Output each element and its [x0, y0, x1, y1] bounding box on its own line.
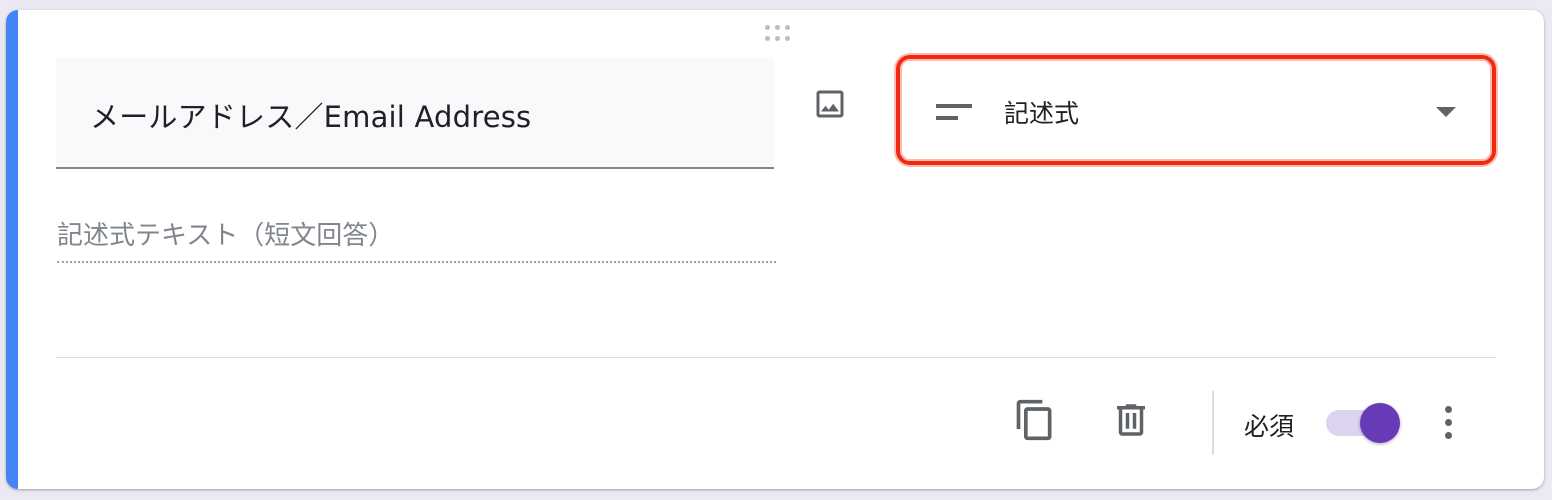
- toggle-thumb: [1360, 403, 1400, 443]
- question-title-text[interactable]: メールアドレス／Email Address: [90, 94, 531, 136]
- add-image-button[interactable]: [811, 85, 849, 123]
- more-vert-icon: [1444, 405, 1452, 413]
- footer-separator: [1212, 391, 1214, 455]
- card-accent-bar: [6, 10, 18, 489]
- required-label: 必須: [1244, 412, 1295, 441]
- drag-handle-icon[interactable]: [762, 24, 794, 42]
- image-icon: [816, 90, 844, 118]
- caret-down-icon: [1436, 107, 1456, 117]
- trash-icon: [1117, 404, 1145, 436]
- answer-placeholder: 記述式テキスト（短文回答）: [57, 215, 776, 263]
- question-card[interactable]: メールアドレス／Email Address 記述式 記述式テキスト（短文回答） …: [6, 10, 1544, 489]
- footer-divider: [56, 357, 1496, 358]
- more-options-button[interactable]: [1428, 400, 1468, 444]
- question-type-dropdown[interactable]: 記述式: [896, 55, 1496, 165]
- copy-icon: [1016, 399, 1052, 441]
- duplicate-button[interactable]: [1011, 396, 1059, 444]
- short-answer-icon: [936, 104, 972, 120]
- question-type-label: 記述式: [1004, 99, 1080, 128]
- required-toggle[interactable]: [1326, 403, 1406, 443]
- question-title-field[interactable]: メールアドレス／Email Address: [56, 58, 774, 169]
- delete-button[interactable]: [1107, 396, 1155, 444]
